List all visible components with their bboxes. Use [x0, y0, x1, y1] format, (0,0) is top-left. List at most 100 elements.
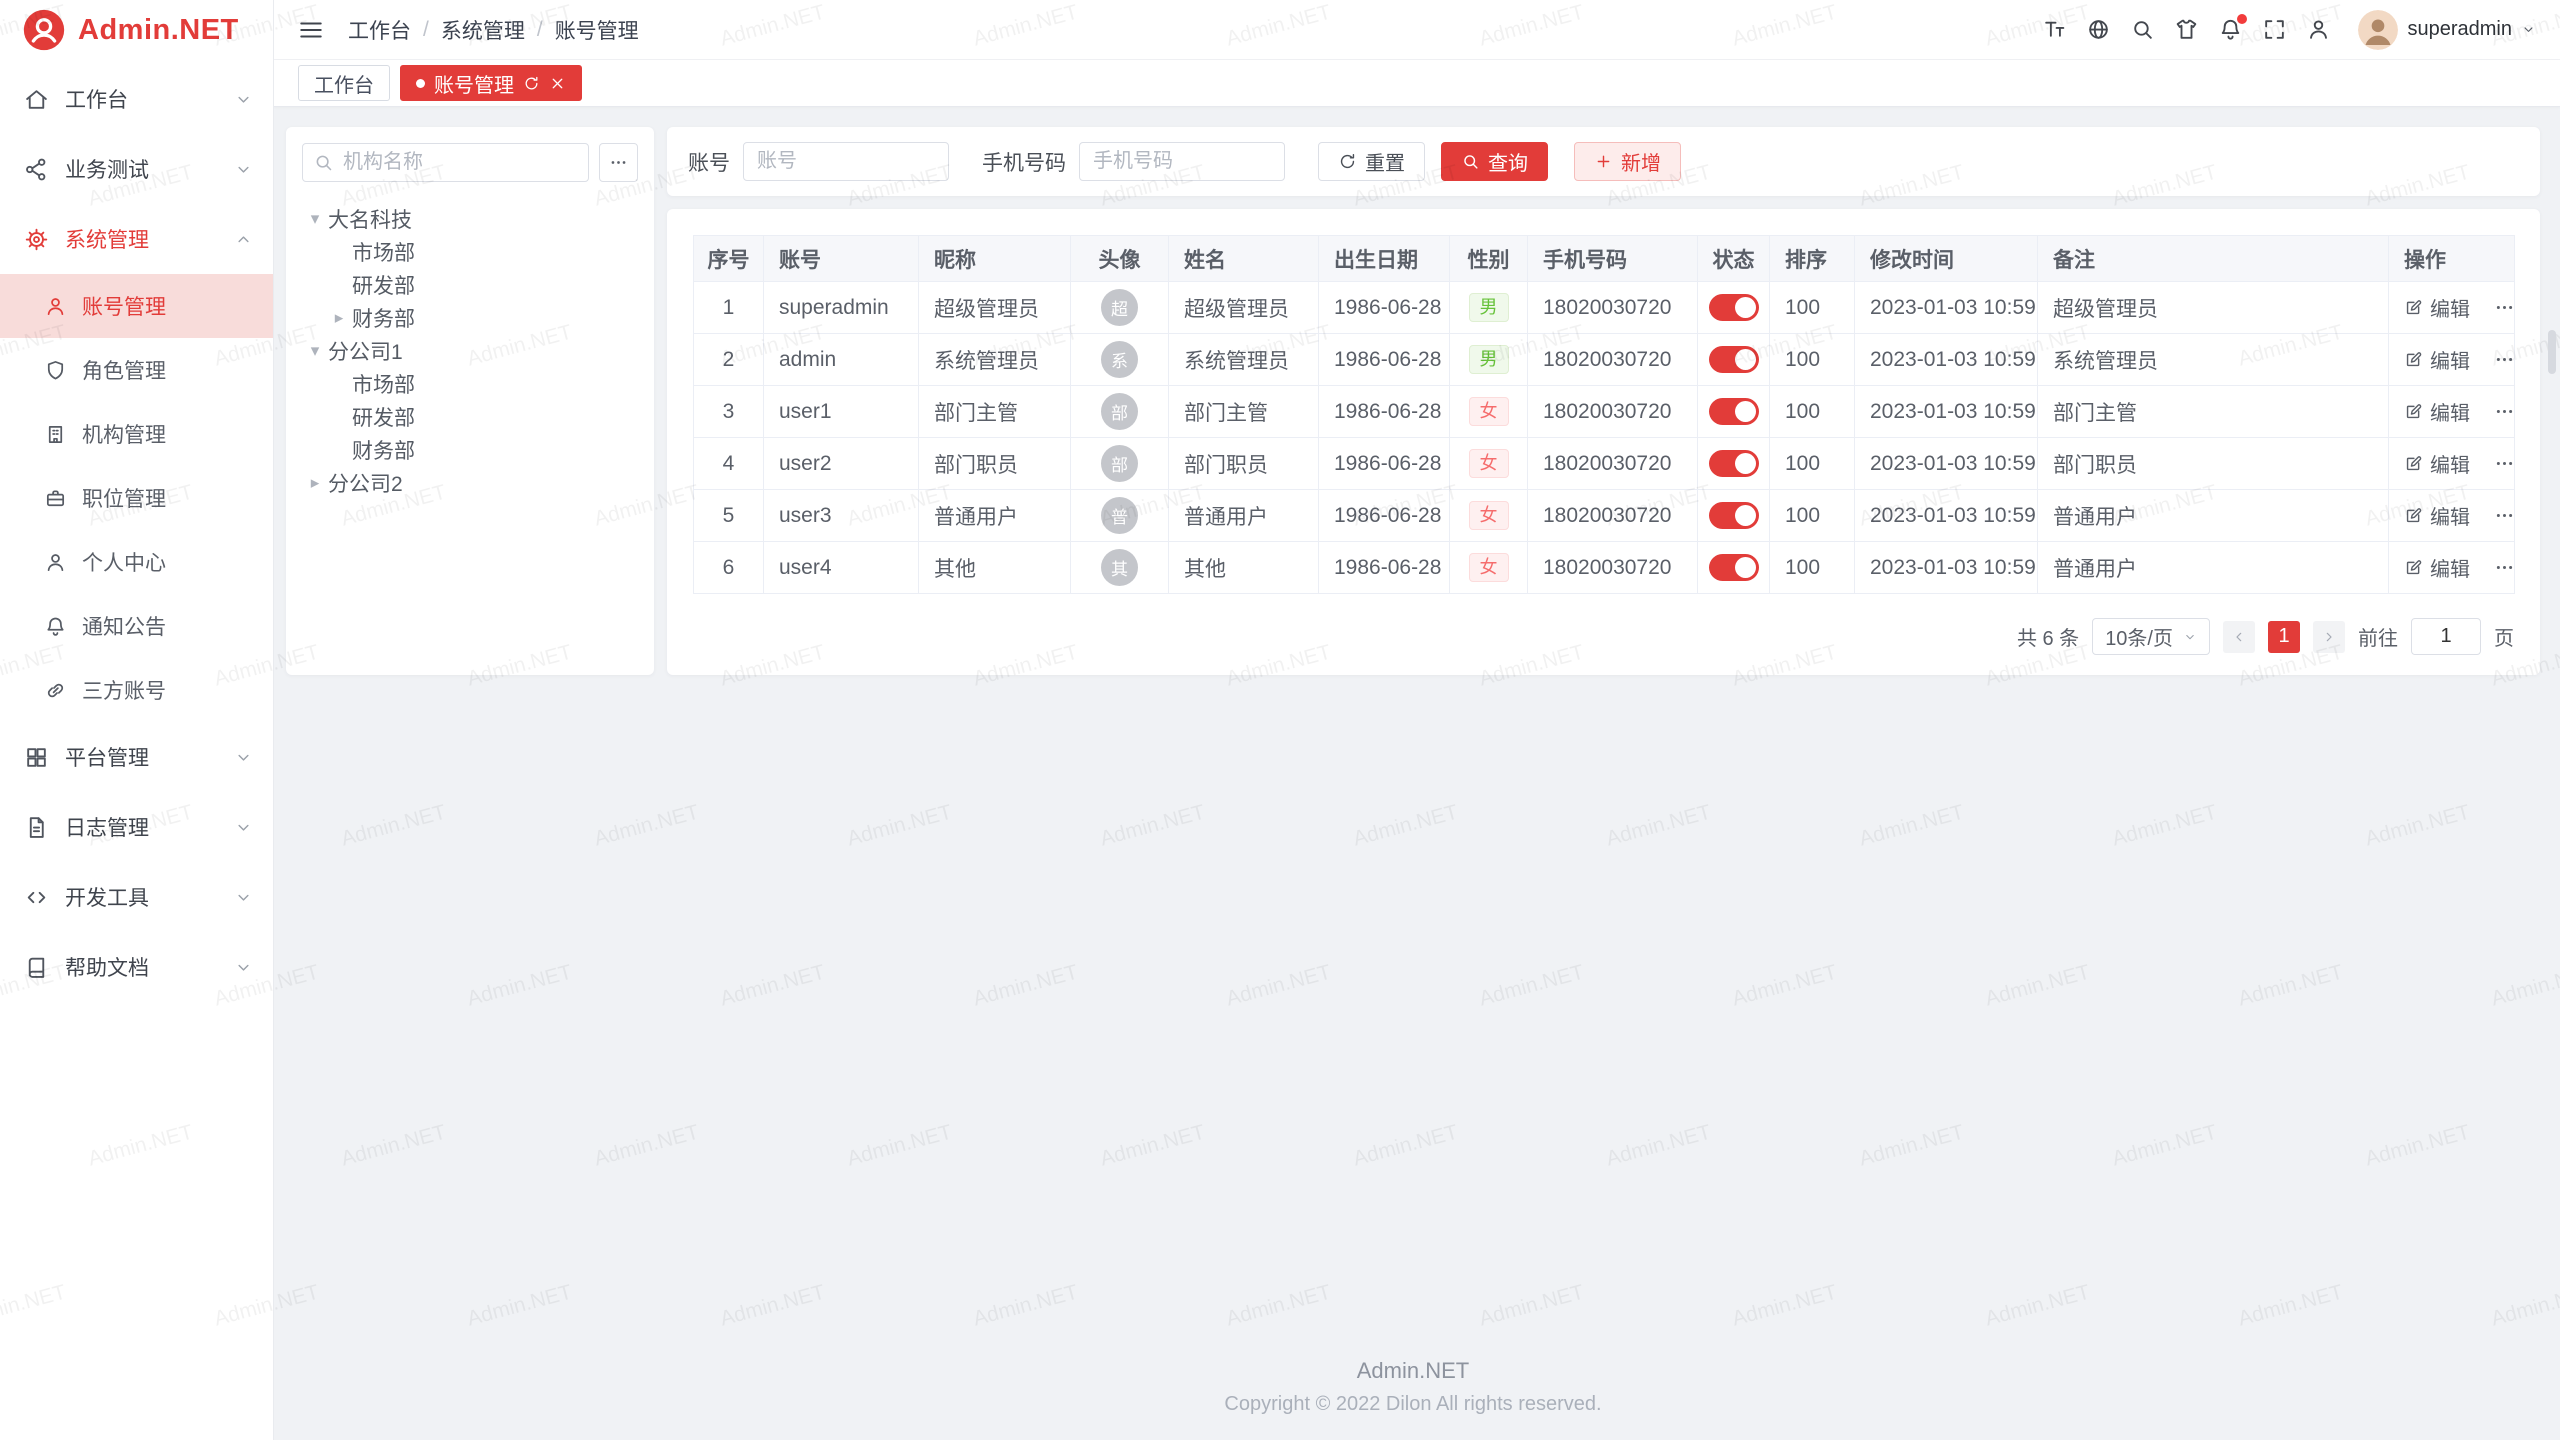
sidebar-item-book[interactable]: 帮助文档 [0, 932, 273, 1002]
sidebar-item-label: 开发工具 [65, 882, 234, 912]
caret-down-icon[interactable]: ▾ [302, 341, 328, 361]
sidebar-subitem-shield[interactable]: 角色管理 [0, 338, 273, 402]
sidebar-item-file[interactable]: 日志管理 [0, 792, 273, 862]
status-toggle[interactable] [1709, 398, 1759, 425]
org-more-button[interactable] [599, 143, 638, 182]
cell-ops: 编辑 [2389, 542, 2515, 594]
font-size-icon[interactable] [2042, 17, 2067, 42]
tree-node-label: 市场部 [352, 369, 415, 399]
tab-item[interactable]: 工作台 [298, 65, 390, 101]
tree-node[interactable]: 市场部 [302, 367, 638, 400]
cell-birth: 1986-06-28 [1319, 542, 1450, 594]
sidebar-item-gear[interactable]: 系统管理 [0, 204, 273, 274]
account-input[interactable] [743, 142, 949, 181]
caret-right-icon[interactable]: ▸ [326, 308, 352, 328]
footer: Admin.NET Copyright © 2022 Dilon All rig… [286, 1338, 2540, 1440]
add-button[interactable]: 新增 [1574, 142, 1681, 181]
more-button[interactable] [2494, 505, 2515, 526]
status-toggle[interactable] [1709, 450, 1759, 477]
tree-node[interactable]: 研发部 [302, 268, 638, 301]
sidebar-item-grid[interactable]: 平台管理 [0, 722, 273, 792]
scrollbar-thumb[interactable] [2548, 330, 2556, 374]
refresh-icon[interactable] [523, 75, 540, 92]
brand-name: Admin.NET [78, 14, 239, 47]
add-label: 新增 [1621, 147, 1661, 176]
sidebar-item-code[interactable]: 开发工具 [0, 862, 273, 932]
tree-node[interactable]: ▾ 分公司1 [302, 334, 638, 367]
cell-avatar: 普 [1071, 490, 1169, 542]
caret-right-icon[interactable]: ▸ [302, 473, 328, 493]
table-card: 序号账号昵称头像姓名出生日期性别手机号码状态排序修改时间备注操作 1 super… [667, 209, 2540, 675]
column-header: 账号 [764, 236, 919, 282]
sidebar-item-home[interactable]: 工作台 [0, 64, 273, 134]
cell-birth: 1986-06-28 [1319, 438, 1450, 490]
gender-tag: 女 [1469, 501, 1509, 531]
cell-modified: 2023-01-03 10:59:44 [1855, 438, 2038, 490]
more-button[interactable] [2494, 453, 2515, 474]
tree-node[interactable]: 研发部 [302, 400, 638, 433]
cell-remark: 普通用户 [2038, 490, 2389, 542]
status-toggle[interactable] [1709, 346, 1759, 373]
globe-icon[interactable] [2086, 17, 2111, 42]
sidebar-subitem-building[interactable]: 机构管理 [0, 402, 273, 466]
cell-remark: 系统管理员 [2038, 334, 2389, 386]
sidebar-subitem-link[interactable]: 三方账号 [0, 658, 273, 722]
table-row: 6 user4 其他 其 其他 1986-06-28 女 18020030720… [694, 542, 2515, 594]
tree-node[interactable]: ▾ 大名科技 [302, 202, 638, 235]
breadcrumb-item[interactable]: 系统管理 [441, 15, 525, 45]
more-button[interactable] [2494, 349, 2515, 370]
edit-button[interactable]: 编辑 [2404, 553, 2470, 582]
hamburger-icon[interactable] [298, 17, 324, 43]
sidebar-subitem-briefcase[interactable]: 职位管理 [0, 466, 273, 530]
more-button[interactable] [2494, 557, 2515, 578]
phone-input[interactable] [1079, 142, 1285, 181]
fullscreen-icon[interactable] [2262, 17, 2287, 42]
sidebar-subitem-bell[interactable]: 通知公告 [0, 594, 273, 658]
tree-node[interactable]: 财务部 [302, 433, 638, 466]
gear-icon [24, 227, 49, 252]
share-icon [24, 157, 49, 182]
user-menu[interactable]: superadmin [2358, 10, 2536, 50]
more-button[interactable] [2494, 297, 2515, 318]
edit-button[interactable]: 编辑 [2404, 345, 2470, 374]
tab-item[interactable]: 账号管理 [400, 65, 582, 101]
prev-page-button[interactable] [2223, 621, 2255, 653]
sidebar-subitem-user[interactable]: 账号管理 [0, 274, 273, 338]
pagination: 共 6 条 10条/页 1 前往 页 [693, 618, 2514, 655]
search-icon[interactable] [2130, 17, 2155, 42]
tree-node[interactable]: ▸ 财务部 [302, 301, 638, 334]
search-button[interactable]: 查询 [1441, 142, 1548, 181]
goto-page-input[interactable] [2411, 618, 2481, 655]
page-1-button[interactable]: 1 [2268, 621, 2300, 653]
close-icon[interactable] [549, 75, 566, 92]
status-toggle[interactable] [1709, 294, 1759, 321]
status-toggle[interactable] [1709, 502, 1759, 529]
caret-down-icon[interactable]: ▾ [302, 209, 328, 229]
breadcrumb-item[interactable]: 工作台 [348, 15, 411, 45]
edit-button[interactable]: 编辑 [2404, 397, 2470, 426]
sidebar-item-share[interactable]: 业务测试 [0, 134, 273, 204]
page-size-select[interactable]: 10条/页 [2092, 618, 2210, 655]
tree-node[interactable]: ▸ 分公司2 [302, 466, 638, 499]
edit-button[interactable]: 编辑 [2404, 501, 2470, 530]
status-toggle[interactable] [1709, 554, 1759, 581]
edit-button[interactable]: 编辑 [2404, 293, 2470, 322]
sidebar-menu: 工作台 业务测试 系统管理 账号管理 角色管理 机构管理 [0, 60, 273, 1440]
notification-icon[interactable] [2218, 17, 2243, 42]
file-icon [24, 815, 49, 840]
sidebar-item-label: 业务测试 [65, 154, 234, 184]
cell-status [1698, 386, 1770, 438]
topbar-actions: superadmin [2042, 10, 2536, 50]
theme-icon[interactable] [2174, 17, 2199, 42]
next-page-button[interactable] [2313, 621, 2345, 653]
cell-ops: 编辑 [2389, 334, 2515, 386]
more-button[interactable] [2494, 401, 2515, 422]
sidebar-subitem-person[interactable]: 个人中心 [0, 530, 273, 594]
cell-nickname: 部门职员 [919, 438, 1071, 490]
logo[interactable]: Admin.NET [0, 0, 273, 60]
edit-button[interactable]: 编辑 [2404, 449, 2470, 478]
user-icon[interactable] [2306, 17, 2331, 42]
tree-node[interactable]: 市场部 [302, 235, 638, 268]
reset-button[interactable]: 重置 [1318, 142, 1425, 181]
org-search-input[interactable] [302, 143, 589, 182]
